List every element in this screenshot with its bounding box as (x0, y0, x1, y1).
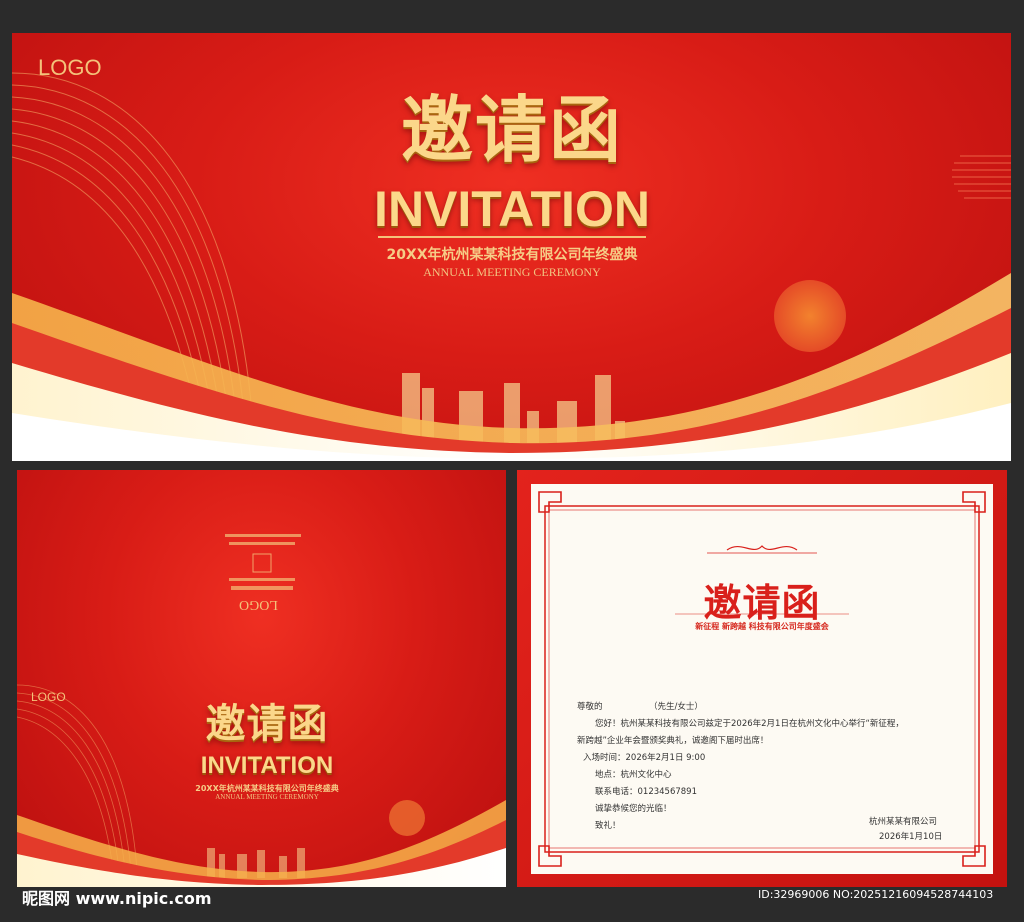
entry-time: 入场时间：2026年2月1日 9:00 (583, 753, 706, 763)
regards: 致礼！ (595, 821, 621, 831)
contact-phone: 联系电话：01234567891 (595, 787, 697, 797)
cover-logo: LOGO (31, 690, 66, 704)
cover-title-chinese: 邀请函 (205, 701, 329, 747)
venue: 地点：杭州文化中心 (595, 770, 672, 780)
letter-card: 邀请函 新征程 新跨越 科技有限公司年度盛会 尊敬的 （先生/女士） 您好！杭州… (531, 484, 993, 874)
body-line-1: 您好！杭州某某科技有限公司兹定于2026年2月1日在杭州文化中心举行“新征程， (595, 719, 904, 729)
back-logo: LOGO (239, 597, 278, 612)
body-line-2: 新跨越”企业年会暨颁奖典礼，诚邀阁下届时出席！ (577, 736, 769, 746)
letter-date: 2026年1月10日 (879, 832, 943, 842)
banner-front: LOGO 邀请函 INVITATION 20XX年杭州某某科技有限公司年终盛典 … (12, 33, 1011, 461)
invitation-cover: LOGO LOGO 邀请函 INVITATION 20XX年杭州某某科技有限公司… (17, 470, 506, 887)
logo: LOGO (38, 55, 102, 80)
await-line: 诚挚恭候您的光临！ (595, 804, 672, 814)
image-id: ID:32969006 NO:20251216094528744103 (758, 888, 994, 901)
letter-subtitle: 新征程 新跨越 科技有限公司年度盛会 (695, 622, 829, 631)
salutation: 尊敬的 (577, 702, 603, 712)
cover-decoration (17, 534, 506, 887)
site-watermark: 昵图网 www.nipic.com (22, 889, 212, 908)
letter-title: 邀请函 (703, 581, 821, 625)
subtitle-english: ANNUAL MEETING CEREMONY (423, 265, 601, 279)
cover-title-english: INVITATION (200, 752, 334, 779)
subtitle-chinese: 20XX年杭州某某科技有限公司年终盛典 (386, 247, 638, 263)
title-chinese: 邀请函 (400, 88, 623, 172)
cover-subtitle-english: ANNUAL MEETING CEREMONY (215, 793, 319, 801)
title-english: INVITATION (374, 181, 650, 237)
title-underline (378, 236, 646, 238)
salutation-suffix: （先生/女士） (649, 702, 703, 712)
invitation-letter: 邀请函 新征程 新跨越 科技有限公司年度盛会 尊敬的 （先生/女士） 您好！杭州… (517, 470, 1007, 887)
